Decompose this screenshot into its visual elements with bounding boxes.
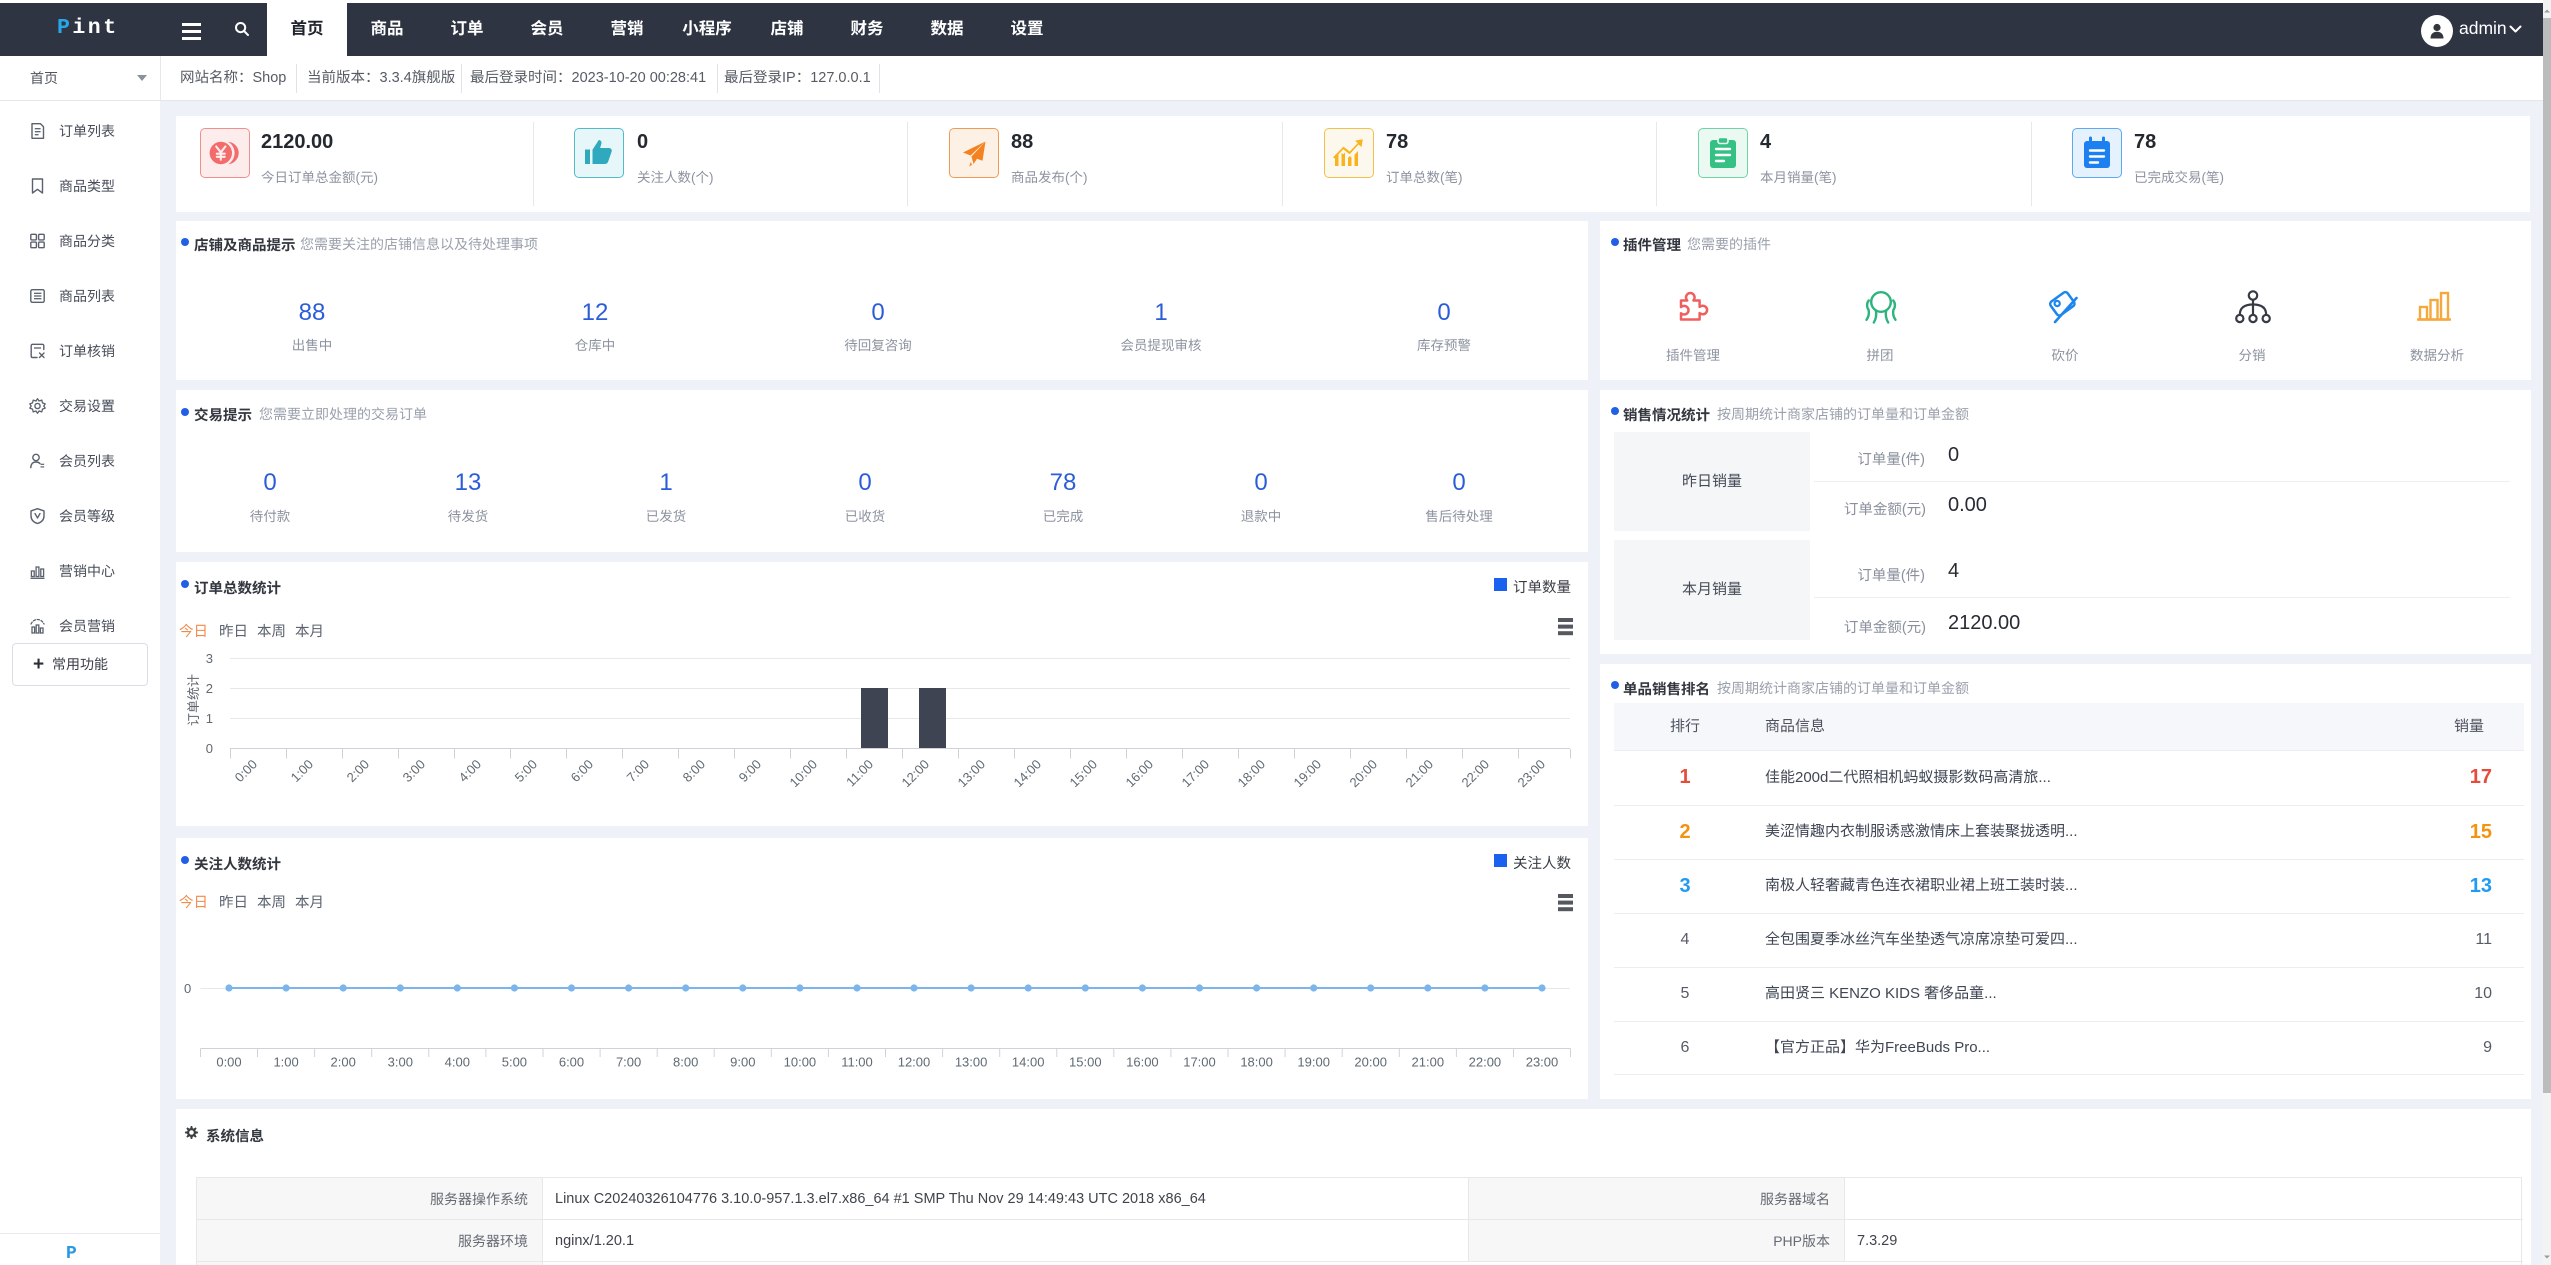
svg-text:22:00: 22:00	[1469, 1055, 1502, 1070]
svg-text:21:00: 21:00	[1403, 757, 1437, 791]
svg-text:6:00: 6:00	[568, 757, 597, 786]
svg-text:2: 2	[206, 681, 213, 696]
svg-text:8:00: 8:00	[673, 1055, 698, 1070]
svg-text:15:00: 15:00	[1069, 1055, 1102, 1070]
svg-text:17:00: 17:00	[1183, 1055, 1216, 1070]
svg-text:1: 1	[206, 711, 213, 726]
svg-text:1:00: 1:00	[273, 1055, 298, 1070]
svg-text:0: 0	[206, 741, 213, 756]
svg-text:10:00: 10:00	[784, 1055, 817, 1070]
svg-text:13:00: 13:00	[955, 1055, 988, 1070]
svg-text:7:00: 7:00	[624, 757, 653, 786]
svg-text:20:00: 20:00	[1354, 1055, 1387, 1070]
svg-text:2:00: 2:00	[344, 757, 373, 786]
svg-text:11:00: 11:00	[843, 757, 876, 790]
svg-text:12:00: 12:00	[898, 1055, 931, 1070]
svg-text:18:00: 18:00	[1240, 1055, 1273, 1070]
svg-text:15:00: 15:00	[1067, 757, 1101, 791]
svg-text:0: 0	[184, 981, 191, 996]
svg-text:1:00: 1:00	[288, 757, 317, 786]
svg-text:4:00: 4:00	[445, 1055, 470, 1070]
svg-text:14:00: 14:00	[1012, 1055, 1045, 1070]
svg-text:16:00: 16:00	[1126, 1055, 1159, 1070]
svg-text:19:00: 19:00	[1297, 1055, 1330, 1070]
svg-text:5:00: 5:00	[502, 1055, 527, 1070]
svg-text:9:00: 9:00	[736, 757, 765, 786]
svg-text:3:00: 3:00	[400, 757, 429, 786]
svg-text:11:00: 11:00	[841, 1055, 873, 1070]
svg-text:6:00: 6:00	[559, 1055, 584, 1070]
svg-text:7:00: 7:00	[616, 1055, 641, 1070]
svg-text:9:00: 9:00	[730, 1055, 755, 1070]
svg-text:4:00: 4:00	[456, 757, 485, 786]
svg-text:3:00: 3:00	[388, 1055, 413, 1070]
svg-text:20:00: 20:00	[1347, 757, 1381, 791]
svg-text:22:00: 22:00	[1459, 757, 1493, 791]
svg-text:12:00: 12:00	[899, 757, 933, 791]
svg-text:14:00: 14:00	[1011, 757, 1045, 791]
svg-text:18:00: 18:00	[1235, 757, 1269, 791]
svg-text:19:00: 19:00	[1291, 757, 1325, 791]
svg-text:订单统计: 订单统计	[183, 674, 202, 726]
svg-text:23:00: 23:00	[1526, 1055, 1559, 1070]
svg-text:8:00: 8:00	[680, 757, 709, 786]
svg-text:23:00: 23:00	[1515, 757, 1549, 791]
svg-text:0:00: 0:00	[216, 1055, 241, 1070]
svg-text:13:00: 13:00	[955, 757, 989, 791]
svg-text:0:00: 0:00	[232, 757, 261, 786]
svg-text:2:00: 2:00	[331, 1055, 356, 1070]
svg-text:3: 3	[206, 651, 213, 666]
svg-text:16:00: 16:00	[1123, 757, 1157, 791]
svg-text:5:00: 5:00	[512, 757, 541, 786]
svg-text:17:00: 17:00	[1179, 757, 1213, 791]
svg-text:10:00: 10:00	[787, 757, 821, 791]
svg-text:21:00: 21:00	[1412, 1055, 1445, 1070]
